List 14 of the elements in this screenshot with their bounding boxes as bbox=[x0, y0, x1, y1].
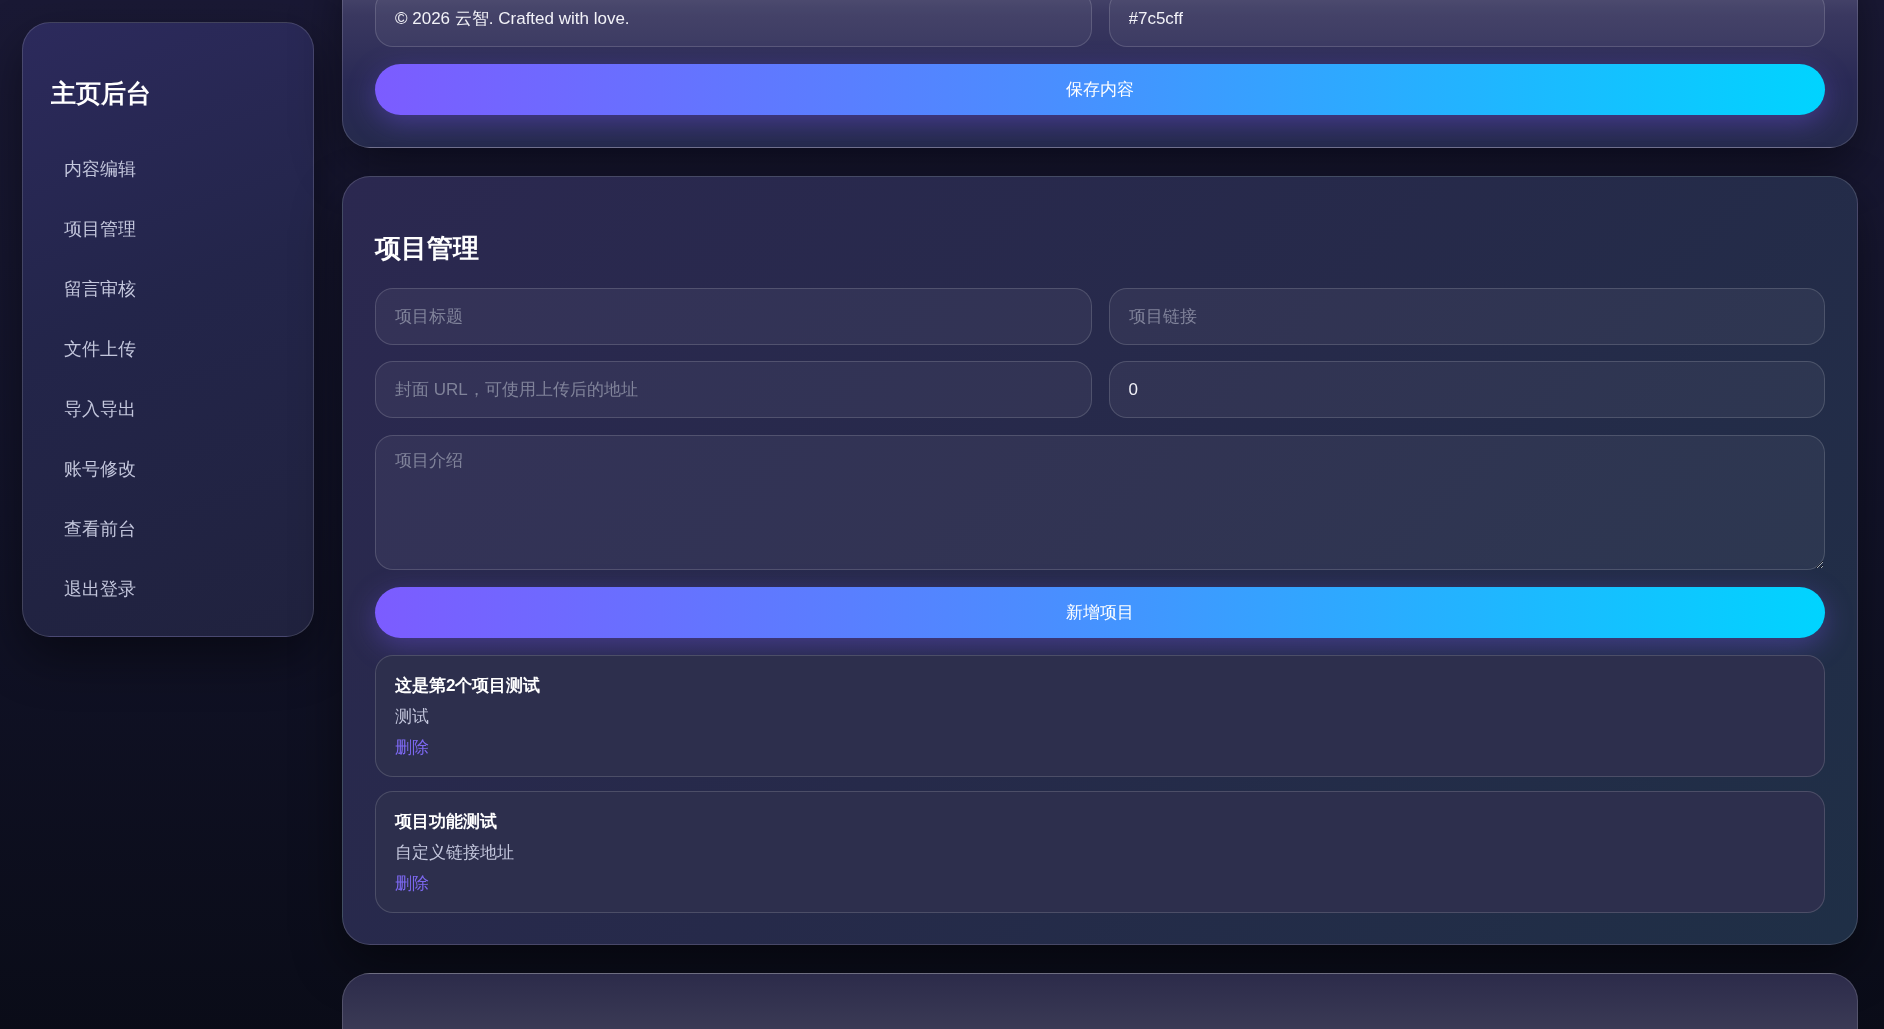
nav-link[interactable]: 项目管理 bbox=[51, 199, 149, 259]
section-title: 项目管理 bbox=[375, 232, 479, 265]
project-description: 自定义链接地址 bbox=[395, 842, 514, 864]
nav-link[interactable]: 账号修改 bbox=[51, 439, 149, 499]
nav-link[interactable]: 查看前台 bbox=[51, 499, 149, 559]
sidebar-title: 主页后台 bbox=[51, 78, 151, 109]
nav-link[interactable]: 内容编辑 bbox=[51, 139, 149, 199]
project-title: 这是第2个项目测试 bbox=[395, 675, 541, 697]
project-description: 测试 bbox=[395, 706, 429, 728]
project-title: 项目功能测试 bbox=[395, 811, 497, 833]
nav-link[interactable]: 留言审核 bbox=[51, 259, 149, 319]
nav-link[interactable]: 文件上传 bbox=[51, 319, 149, 379]
nav-link[interactable]: 退出登录 bbox=[51, 559, 149, 619]
nav-link[interactable]: 导入导出 bbox=[51, 379, 149, 439]
